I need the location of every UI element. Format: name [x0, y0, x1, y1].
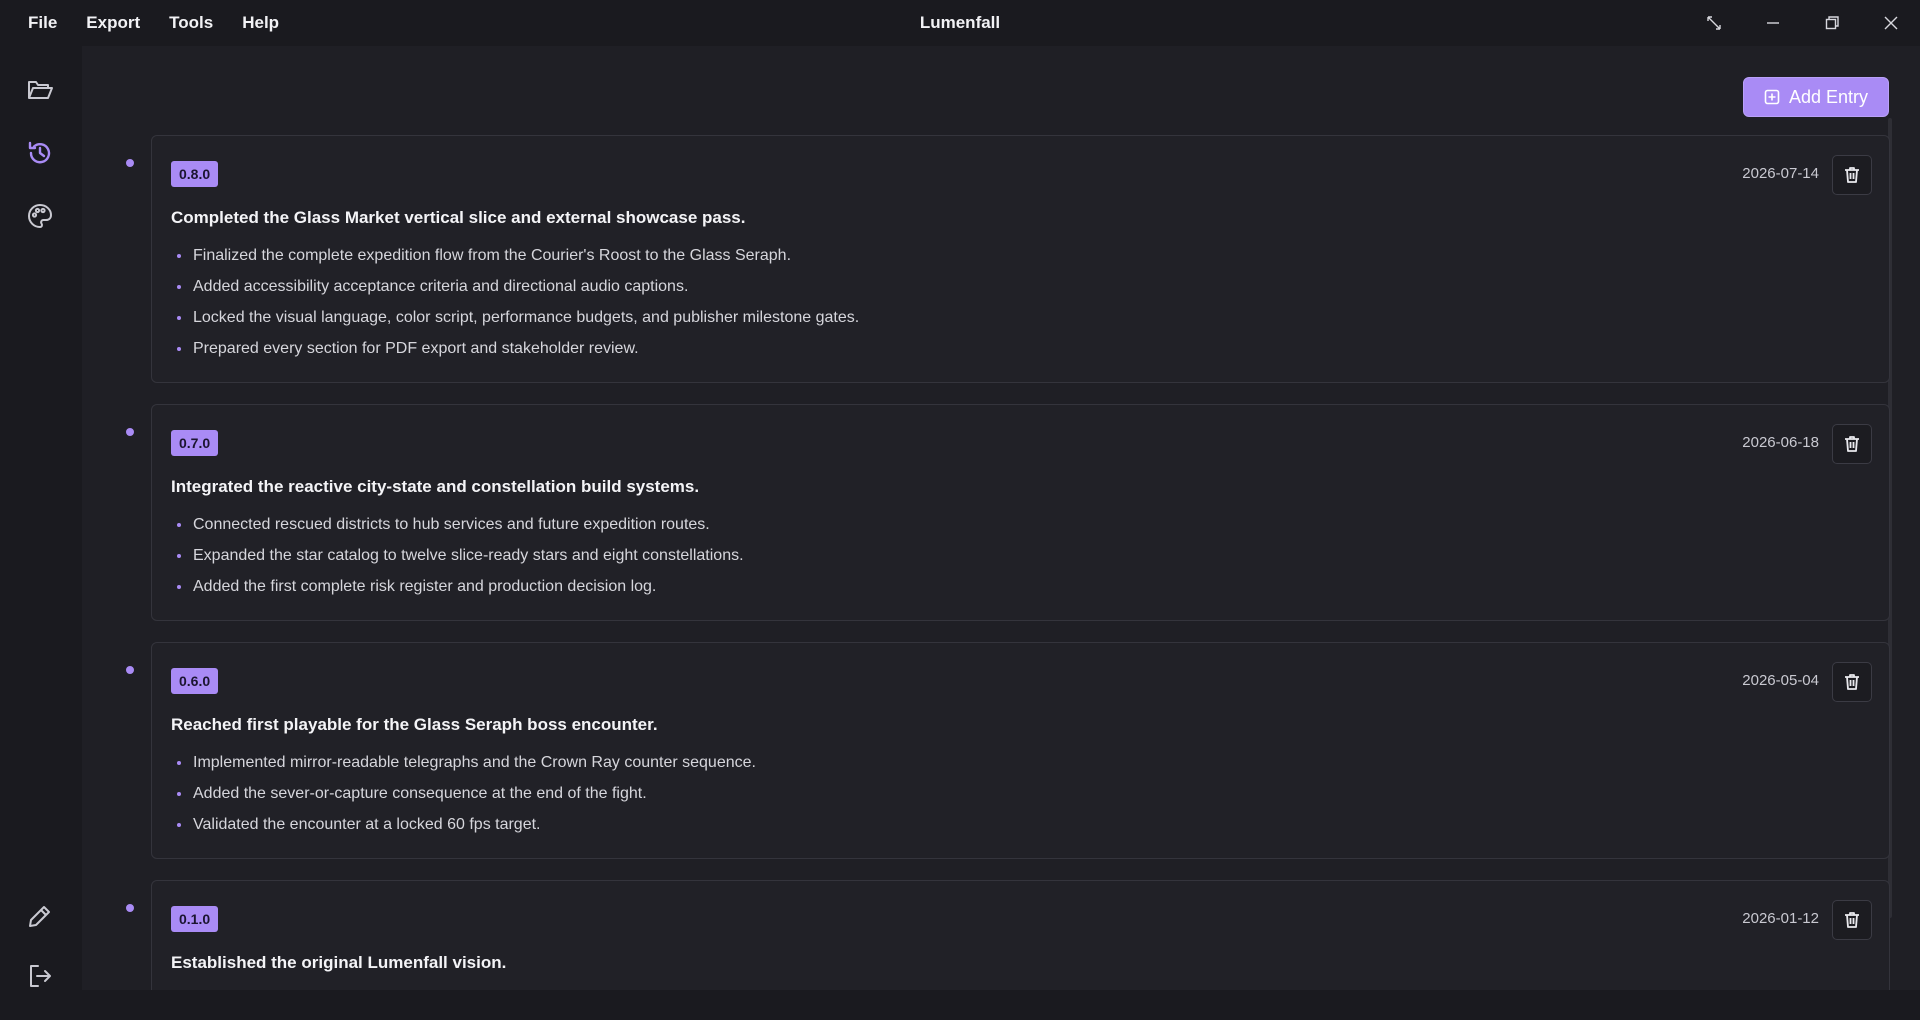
changelog-entry: 0.7.0 2026-06-18 Integrated the reactive… — [151, 404, 1890, 621]
list-item: Added the first complete risk register a… — [171, 576, 744, 607]
menu-help[interactable]: Help — [232, 0, 289, 46]
add-square-icon — [1764, 89, 1780, 105]
list-item-text: Validated the encounter at a locked 60 f… — [193, 816, 541, 833]
list-item-text: Added accessibility acceptance criteria … — [193, 278, 689, 295]
list-item: Connected rescued districts to hub servi… — [171, 514, 744, 545]
close-icon — [1884, 16, 1897, 30]
close-button[interactable] — [1861, 0, 1920, 46]
sidebar-item-changelog[interactable] — [22, 135, 58, 171]
trash-icon — [1845, 912, 1859, 928]
pencil-icon — [29, 906, 50, 927]
sidebar-item-logout[interactable] — [22, 958, 58, 994]
delete-entry-button[interactable] — [1832, 424, 1872, 464]
entry-date: 2026-01-12 — [1742, 910, 1819, 927]
menu-bar: File Export Tools Help — [0, 0, 298, 46]
list-item: Locked the visual language, color script… — [171, 307, 859, 338]
add-entry-button[interactable]: Add Entry — [1743, 77, 1889, 117]
entry-summary: Reached first playable for the Glass Ser… — [171, 715, 658, 734]
bullet-dot — [177, 285, 181, 289]
entry-summary: Completed the Glass Market vertical slic… — [171, 208, 746, 227]
changelog-entry: 0.6.0 2026-05-04 Reached first playable … — [151, 642, 1890, 859]
fullscreen-icon — [1706, 16, 1721, 30]
delete-entry-button[interactable] — [1832, 662, 1872, 702]
restore-icon — [1825, 16, 1839, 30]
entry-summary: Integrated the reactive city-state and c… — [171, 477, 700, 496]
version-badge: 0.1.0 — [171, 906, 219, 932]
minimize-icon — [1766, 22, 1779, 24]
trash-icon — [1845, 167, 1859, 183]
version-badge: 0.8.0 — [171, 161, 219, 187]
timeline-dot — [126, 904, 134, 912]
bullet-dot — [177, 554, 181, 558]
folder-open-icon — [28, 81, 53, 99]
bullet-dot — [177, 316, 181, 320]
list-item: Added accessibility acceptance criteria … — [171, 276, 859, 307]
timeline-dot — [126, 428, 134, 436]
list-item-text: Prepared every section for PDF export an… — [193, 340, 639, 357]
palette-icon — [28, 203, 53, 229]
list-item-text: Expanded the star catalog to twelve slic… — [193, 547, 744, 564]
list-item: Implemented mirror-readable telegraphs a… — [171, 752, 756, 783]
logout-icon — [30, 965, 51, 987]
entry-items: Implemented mirror-readable telegraphs a… — [171, 752, 756, 845]
list-item-text: Added the sever-or-capture consequence a… — [193, 785, 647, 802]
list-item: Expanded the star catalog to twelve slic… — [171, 545, 744, 576]
delete-entry-button[interactable] — [1832, 900, 1872, 940]
menu-export[interactable]: Export — [76, 0, 150, 46]
entry-date: 2026-06-18 — [1742, 434, 1819, 451]
changelog-panel: Add Entry 0.8.0 2026-07-14 Completed the… — [82, 46, 1920, 990]
version-badge: 0.6.0 — [171, 668, 219, 694]
list-item-text: Implemented mirror-readable telegraphs a… — [193, 754, 756, 771]
list-item: Validated the encounter at a locked 60 f… — [171, 814, 756, 845]
entry-summary: Established the original Lumenfall visio… — [171, 953, 507, 972]
changelog-entry: 0.1.0 2026-01-12 Established the origina… — [151, 880, 1890, 990]
entry-date: 2026-07-14 — [1742, 165, 1819, 182]
fullscreen-button[interactable] — [1684, 0, 1743, 46]
bottom-strip — [0, 990, 1920, 1020]
bullet-dot — [177, 792, 181, 796]
sidebar-item-theme[interactable] — [22, 198, 58, 234]
list-item: Finalized the complete expedition flow f… — [171, 245, 859, 276]
bullet-dot — [177, 254, 181, 258]
version-badge: 0.7.0 — [171, 430, 219, 456]
history-icon — [28, 141, 51, 164]
delete-entry-button[interactable] — [1832, 155, 1872, 195]
sidebar-item-open[interactable] — [22, 72, 58, 108]
bullet-dot — [177, 523, 181, 527]
trash-icon — [1845, 674, 1859, 690]
entry-items: Connected rescued districts to hub servi… — [171, 514, 744, 607]
menu-tools[interactable]: Tools — [159, 0, 223, 46]
window-controls — [1684, 0, 1920, 46]
entry-date: 2026-05-04 — [1742, 672, 1819, 689]
entry-items: Finalized the complete expedition flow f… — [171, 245, 859, 369]
list-item: Prepared every section for PDF export an… — [171, 338, 859, 369]
bullet-dot — [177, 347, 181, 351]
menu-file[interactable]: File — [18, 0, 67, 46]
add-entry-label: Add Entry — [1788, 86, 1869, 107]
list-item-text: Connected rescued districts to hub servi… — [193, 516, 710, 533]
list-item: Added the sever-or-capture consequence a… — [171, 783, 756, 814]
sidebar — [0, 46, 82, 1020]
list-item-text: Finalized the complete expedition flow f… — [193, 247, 792, 264]
sidebar-item-edit[interactable] — [22, 898, 58, 934]
minimize-button[interactable] — [1743, 0, 1802, 46]
changelog-entry: 0.8.0 2026-07-14 Completed the Glass Mar… — [151, 135, 1890, 383]
timeline-dot — [126, 159, 134, 167]
restore-button[interactable] — [1802, 0, 1861, 46]
title-bar: File Export Tools Help Lumenfall — [0, 0, 1920, 46]
trash-icon — [1845, 436, 1859, 452]
list-item-text: Added the first complete risk register a… — [193, 578, 657, 595]
bullet-dot — [177, 761, 181, 765]
timeline-dot — [126, 666, 134, 674]
bullet-dot — [177, 585, 181, 589]
list-item-text: Locked the visual language, color script… — [193, 309, 860, 326]
bullet-dot — [177, 823, 181, 827]
